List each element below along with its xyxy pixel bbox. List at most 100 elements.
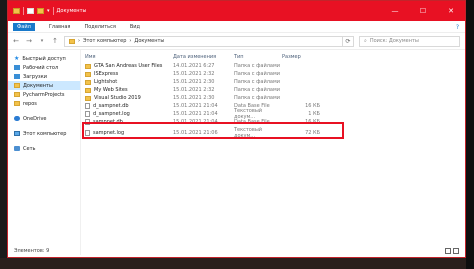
customize-toolbar-icon[interactable]: ▾ <box>47 8 50 14</box>
folder-icon <box>14 92 20 97</box>
file-row[interactable]: d_sampnet.log 15.01.2021 21:04 Текстовый… <box>81 108 465 120</box>
tab-share[interactable]: Поделиться <box>84 24 115 30</box>
up-button[interactable]: ↑ <box>51 36 59 46</box>
search-icon: ⌕ <box>364 38 367 44</box>
folder-icon <box>13 8 20 14</box>
sidebar-item-documents[interactable]: Документы <box>8 81 80 90</box>
recent-locations-icon[interactable]: ▾ <box>38 36 46 46</box>
sidebar-item-label: Загрузки <box>23 73 47 80</box>
sidebar-item-label: repos <box>23 100 37 107</box>
status-bar: Элементов: 9 <box>8 245 465 257</box>
file-row[interactable]: GTA San Andreas User Files 14.01.2021 6:… <box>81 62 465 70</box>
search-input[interactable]: Поиск: Документы <box>370 38 419 44</box>
title-bar: ▾ Документы — ☐ ✕ <box>8 1 465 21</box>
new-folder-icon[interactable] <box>37 8 44 14</box>
view-toggle <box>445 248 459 254</box>
file-date: 15.01.2021 21:04 <box>173 111 218 117</box>
breadcrumb-separator-icon: › <box>129 38 132 44</box>
sidebar-item-this-pc[interactable]: Этот компьютер <box>8 129 80 138</box>
file-name: My Web Sites <box>94 87 128 93</box>
folder-icon <box>69 38 75 44</box>
address-bar[interactable]: › Этот компьютер › Документы <box>64 35 343 47</box>
item-count: Элементов: 9 <box>14 248 50 254</box>
network-icon <box>14 146 20 151</box>
folder-icon <box>85 87 91 93</box>
window-title: Документы <box>56 8 87 14</box>
breadcrumb-item[interactable]: Документы <box>134 38 164 44</box>
file-type: Папка с файлами <box>234 79 280 85</box>
toolbar-divider <box>52 7 54 15</box>
file-type: Папка с файлами <box>234 63 280 69</box>
file-name: d_sampnet.db <box>93 103 129 109</box>
sidebar-item-desktop[interactable]: Рабочий стол <box>8 63 80 72</box>
file-date: 15.01.2021 2:30 <box>173 95 215 101</box>
file-date: 14.01.2021 6:27 <box>173 63 215 69</box>
sidebar-item-label: Рабочий стол <box>23 64 59 71</box>
refresh-button[interactable]: ⟳ <box>342 35 354 47</box>
minimize-button[interactable]: — <box>381 1 409 21</box>
file-row[interactable]: ISExpress 15.01.2021 2:32 Папка с файлам… <box>81 70 465 78</box>
file-list: Имя Дата изменения Тип Размер GTA San An… <box>81 50 465 255</box>
column-header-type[interactable]: Тип <box>234 54 282 60</box>
large-icons-view-icon[interactable] <box>453 248 459 254</box>
download-icon <box>14 74 20 79</box>
file-icon <box>85 103 90 109</box>
file-name: Lightshot <box>94 79 118 85</box>
tab-home[interactable]: Главная <box>49 24 71 30</box>
desktop-icon <box>14 65 20 70</box>
search-box[interactable]: ⌕ Поиск: Документы <box>359 35 460 47</box>
breadcrumb-item[interactable]: Этот компьютер <box>83 38 126 44</box>
column-headers: Имя Дата изменения Тип Размер <box>81 51 465 62</box>
text-file-icon <box>85 111 90 117</box>
sidebar-item-label: Быстрый доступ <box>22 55 66 62</box>
file-row[interactable]: Lightshot 15.01.2021 2:30 Папка с файлам… <box>81 78 465 86</box>
cloud-icon <box>14 116 20 121</box>
file-name: GTA San Andreas User Files <box>94 63 163 69</box>
highlight-annotation-box <box>82 122 344 139</box>
file-type: Папка с файлами <box>234 95 280 101</box>
sidebar-item-pycharmprojects[interactable]: PycharmProjects <box>8 90 80 99</box>
sidebar-item-repos[interactable]: repos <box>8 99 80 108</box>
file-size: 1 КБ <box>308 111 320 117</box>
quick-access-toolbar: ▾ <box>8 7 54 15</box>
desktop-taskbar-area <box>0 258 474 269</box>
properties-icon[interactable] <box>27 8 34 14</box>
sidebar-item-label: Сеть <box>23 145 36 152</box>
column-header-name[interactable]: Имя <box>81 54 173 60</box>
desktop-background <box>466 0 474 269</box>
folder-icon <box>85 79 91 85</box>
close-button[interactable]: ✕ <box>437 1 465 21</box>
breadcrumb-separator-icon: › <box>78 38 80 44</box>
folder-icon <box>85 63 91 69</box>
column-header-date[interactable]: Дата изменения <box>173 54 234 60</box>
file-date: 15.01.2021 2:32 <box>173 71 215 77</box>
sidebar-item-label: Документы <box>23 82 53 89</box>
column-header-size[interactable]: Размер <box>282 54 322 60</box>
file-row[interactable]: My Web Sites 15.01.2021 2:32 Папка с фай… <box>81 86 465 94</box>
details-view-icon[interactable] <box>445 248 451 254</box>
toolbar-divider <box>23 7 24 15</box>
sidebar-item-downloads[interactable]: Загрузки <box>8 72 80 81</box>
sidebar-item-network[interactable]: Сеть <box>8 144 80 153</box>
folder-icon <box>14 101 20 106</box>
folder-icon <box>85 71 91 77</box>
navigation-pane: ★ Быстрый доступ Рабочий стол Загрузки Д… <box>8 50 81 255</box>
tab-view[interactable]: Вид <box>130 24 140 30</box>
file-date: 15.01.2021 2:32 <box>173 87 215 93</box>
file-explorer-window: ▾ Документы — ☐ ✕ Файл Главная Поделитьс… <box>7 0 466 258</box>
sidebar-item-label: PycharmProjects <box>23 91 65 98</box>
file-type: Папка с файлами <box>234 87 280 93</box>
file-row[interactable]: Visual Studio 2019 15.01.2021 2:30 Папка… <box>81 94 465 102</box>
star-icon: ★ <box>14 55 20 62</box>
sidebar-item-onedrive[interactable]: OneDrive <box>8 114 80 123</box>
help-icon[interactable]: ? <box>456 24 459 31</box>
sidebar-item-quick-access[interactable]: ★ Быстрый доступ <box>8 54 80 63</box>
sidebar-item-label: OneDrive <box>23 115 47 122</box>
file-size: 16 КБ <box>305 103 320 109</box>
forward-button[interactable]: → <box>25 36 33 46</box>
back-button[interactable]: ← <box>12 36 20 46</box>
tab-file[interactable]: Файл <box>13 22 35 31</box>
maximize-button[interactable]: ☐ <box>409 1 437 21</box>
file-name: ISExpress <box>94 71 119 77</box>
documents-icon <box>14 83 20 88</box>
